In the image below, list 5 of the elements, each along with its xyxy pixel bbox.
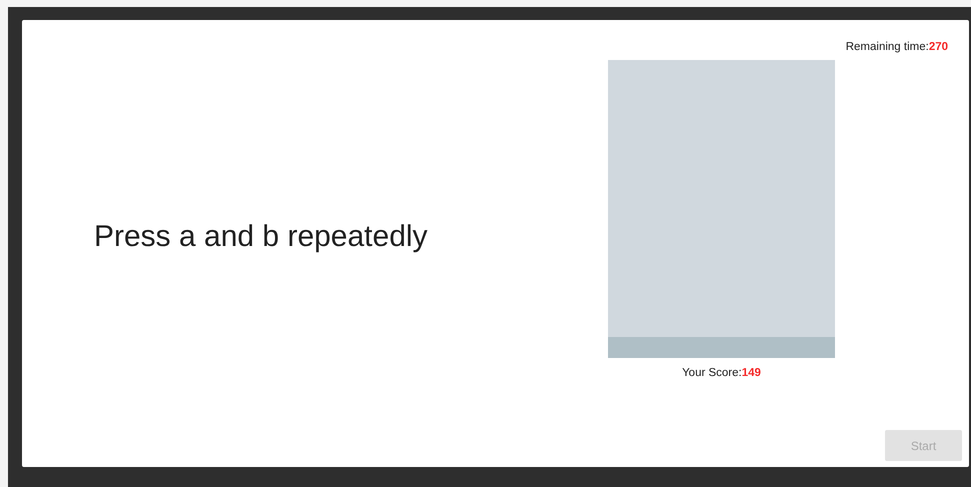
remaining-time-label: Remaining time: [846, 41, 929, 53]
remaining-time-value: 270 [928, 41, 948, 53]
score-value: 149 [742, 367, 761, 379]
score-label: Your Score: [682, 367, 742, 379]
instruction-text: Press a and b repeatedly [94, 220, 428, 254]
